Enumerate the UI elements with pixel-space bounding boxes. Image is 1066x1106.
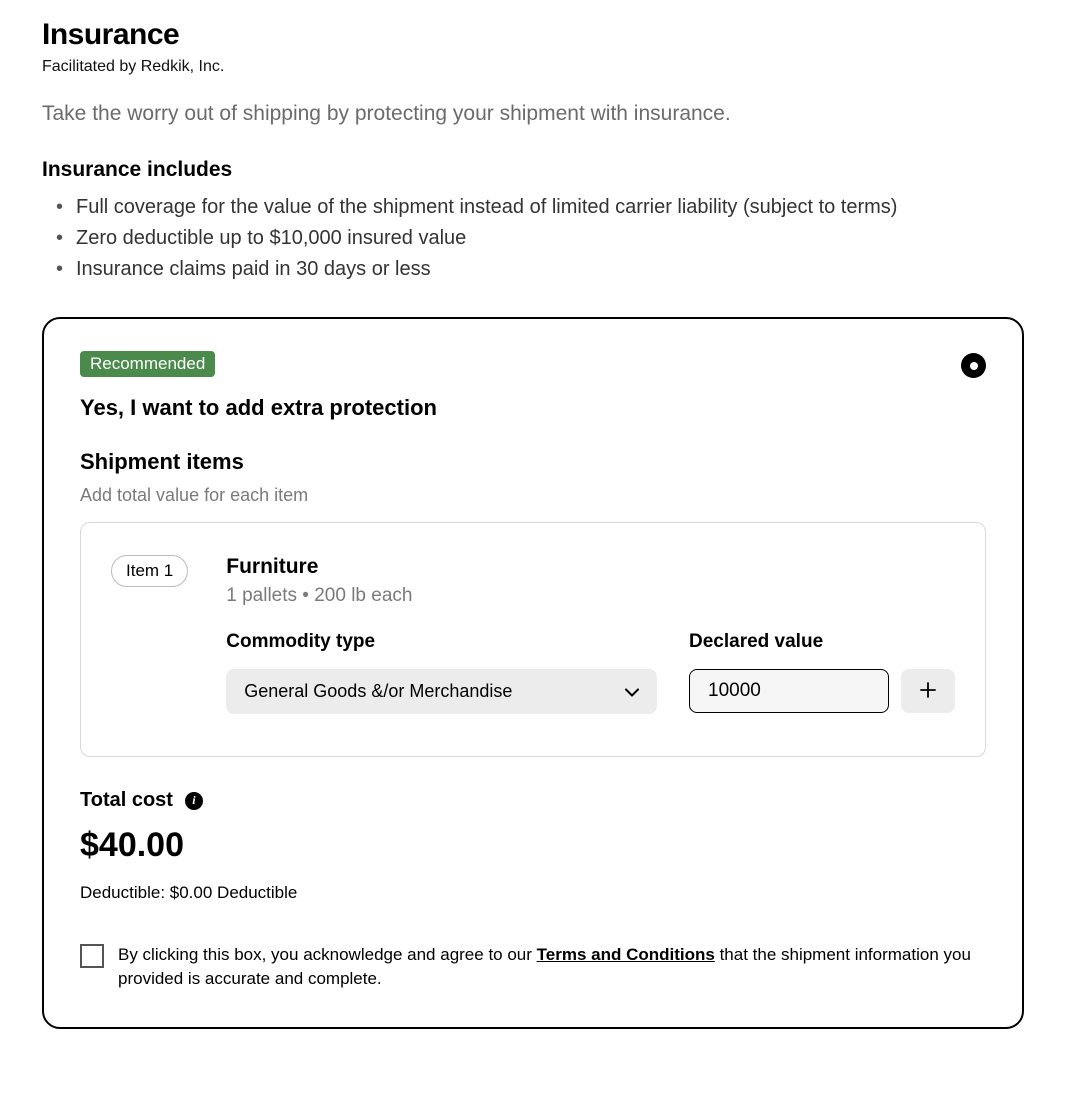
includes-list: Full coverage for the value of the shipm… — [42, 196, 1024, 281]
commodity-type-select[interactable]: General Goods &/or Merchandise — [226, 669, 657, 714]
shipment-items-subtitle: Add total value for each item — [80, 485, 986, 506]
total-cost-label: Total cost — [80, 789, 173, 812]
page-title: Insurance — [42, 18, 1024, 52]
radio-dot-icon — [970, 362, 978, 370]
commodity-type-value: General Goods &/or Merchandise — [244, 681, 512, 702]
terms-prefix: By clicking this box, you acknowledge an… — [118, 945, 537, 964]
deductible-text: Deductible: $0.00 Deductible — [80, 883, 986, 903]
terms-checkbox[interactable] — [80, 944, 104, 968]
item-name: Furniture — [226, 555, 955, 579]
includes-item: Insurance claims paid in 30 days or less — [60, 258, 1024, 281]
plus-icon — [920, 678, 936, 704]
item-box: Item 1 Furniture 1 pallets • 200 lb each… — [80, 522, 986, 757]
declared-value-label: Declared value — [689, 631, 955, 653]
item-meta: 1 pallets • 200 lb each — [226, 585, 955, 607]
recommended-badge: Recommended — [80, 351, 215, 377]
terms-text: By clicking this box, you acknowledge an… — [118, 943, 986, 991]
includes-item: Zero deductible up to $10,000 insured va… — [60, 227, 1024, 250]
includes-item: Full coverage for the value of the shipm… — [60, 196, 1024, 219]
shipment-items-title: Shipment items — [80, 449, 986, 475]
insurance-card: Recommended Yes, I want to add extra pro… — [42, 317, 1024, 1029]
info-icon[interactable]: i — [185, 792, 203, 810]
commodity-type-label: Commodity type — [226, 631, 657, 653]
item-number-pill: Item 1 — [111, 555, 188, 587]
total-cost-amount: $40.00 — [80, 826, 986, 865]
radio-selected[interactable] — [961, 353, 986, 378]
terms-and-conditions-link[interactable]: Terms and Conditions — [537, 945, 715, 964]
facilitator-text: Facilitated by Redkik, Inc. — [42, 58, 1024, 76]
chevron-down-icon — [625, 681, 639, 702]
card-title: Yes, I want to add extra protection — [80, 395, 986, 421]
declared-value-input[interactable] — [689, 669, 889, 713]
add-item-button[interactable] — [901, 669, 955, 713]
includes-title: Insurance includes — [42, 158, 1024, 182]
intro-text: Take the worry out of shipping by protec… — [42, 102, 1024, 126]
